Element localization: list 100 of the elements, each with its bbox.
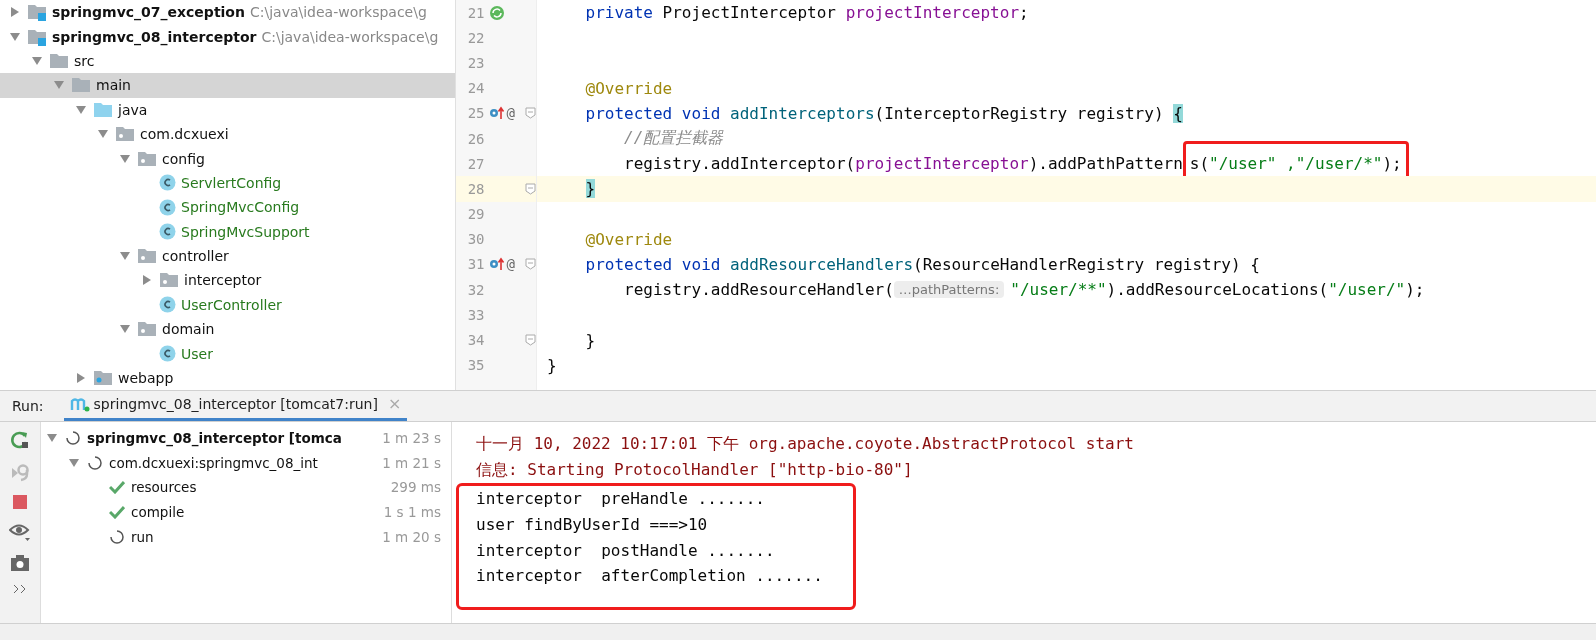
implements-marker[interactable]: @ (506, 105, 515, 122)
run-tree-item[interactable]: compile 1 s 1 ms (41, 499, 451, 525)
tree-item[interactable]: SpringMvcSupport (0, 219, 455, 244)
expanded-arrow-icon[interactable] (31, 54, 43, 67)
console-line: 十一月 10, 2022 10:17:01 下午 org.apache.coyote.AbstractProtocol start (476, 433, 1135, 456)
tree-item-label: com.dcxuexi (140, 126, 229, 143)
web-folder-icon (93, 370, 113, 387)
collapsed-arrow-icon[interactable] (9, 6, 21, 19)
task-duration: 1 m 20 s (382, 528, 441, 545)
tree-item-label: config (162, 150, 205, 167)
folder-icon (49, 52, 69, 69)
camera-icon[interactable] (10, 554, 30, 572)
tree-item[interactable]: controller (0, 243, 455, 269)
code-token: ).addPathPattern (1028, 154, 1183, 174)
tree-item[interactable]: springmvc_08_interceptor C:\java\idea-workspace\g (0, 24, 455, 49)
console-line: interceptor preHandle ....... (476, 488, 766, 511)
code-token: ); (1382, 154, 1402, 174)
console-line: user findByUserId ===>10 (476, 514, 709, 537)
folder-icon (71, 77, 91, 94)
class-icon (159, 345, 176, 363)
tree-item[interactable]: interceptor (0, 268, 455, 293)
fold-marker-icon[interactable] (524, 258, 536, 271)
bean-icon[interactable] (488, 4, 505, 21)
rerun-icon[interactable] (10, 430, 30, 450)
collapsed-arrow-icon[interactable] (75, 372, 87, 385)
rerun-failed-icon[interactable] (10, 462, 30, 482)
folder-icon (93, 101, 113, 118)
eye-icon[interactable] (9, 522, 31, 542)
tree-item[interactable]: ServlertConfig (0, 170, 455, 196)
package-icon (137, 321, 157, 338)
code-token: ); (1405, 280, 1425, 300)
tree-item[interactable]: src (0, 48, 455, 74)
fold-marker-icon[interactable] (524, 182, 536, 195)
run-tree-item[interactable]: com.dcxuexi:springmvc_08_int 1 m 21 s (41, 450, 451, 476)
run-tree-item[interactable]: resources 299 ms (41, 475, 451, 500)
task-duration: 1 m 21 s (382, 454, 441, 471)
code-token: } (584, 330, 596, 350)
class-icon (159, 223, 176, 241)
code-token: private (584, 3, 654, 23)
code-token: @Override (584, 229, 673, 249)
project-path: C:\java\idea-workspace\g (261, 28, 439, 45)
expanded-arrow-icon[interactable] (119, 152, 131, 165)
tree-item[interactable]: com.dcxuexi (0, 121, 455, 147)
expanded-arrow-icon[interactable] (9, 30, 21, 43)
package-icon (159, 272, 179, 289)
fold-marker-icon[interactable] (524, 107, 536, 120)
spinner-icon (87, 454, 103, 471)
class-icon (159, 174, 176, 192)
line-number: 35 (466, 357, 485, 374)
line-number: 31 (466, 256, 485, 273)
line-number: 22 (466, 29, 485, 46)
tree-item[interactable]: main (0, 73, 455, 98)
implements-marker[interactable]: @ (506, 256, 515, 273)
run-tree-item[interactable]: run 1 m 20 s (41, 524, 451, 549)
code-token: "/user/" (1328, 280, 1406, 300)
check-icon (109, 480, 125, 495)
tree-item[interactable]: springmvc_07_exception C:\java\idea-workspace\g (0, 0, 455, 25)
fold-marker-icon[interactable] (524, 334, 536, 347)
project-path: C:\java\idea-workspace\g (249, 4, 427, 21)
run-tab[interactable]: springmvc_08_interceptor [tomcat7:run] × (63, 394, 408, 421)
code-token: registry.addInterceptor( (623, 154, 856, 174)
expanded-arrow-icon[interactable] (68, 456, 80, 469)
tree-item-label: UserController (181, 296, 282, 313)
expanded-arrow-icon[interactable] (75, 103, 87, 116)
run-tree-item[interactable]: springmvc_08_interceptor [tomca 1 m 23 s (41, 426, 451, 451)
tree-item[interactable]: java (0, 97, 455, 122)
code-token: (InterceptorRegistry registry) (874, 103, 1165, 123)
tree-item[interactable]: domain (0, 317, 455, 342)
code-token: addInterceptors (730, 103, 875, 123)
tree-item-label: User (181, 345, 213, 362)
tree-item-label: SpringMvcConfig (181, 199, 300, 216)
code-token: ).addResourceLocations( (1106, 280, 1329, 300)
line-number: 23 (466, 54, 485, 71)
tree-item[interactable]: webapp (0, 365, 455, 390)
collapsed-arrow-icon[interactable] (141, 274, 153, 287)
package-icon (137, 150, 157, 167)
line-number: 34 (466, 332, 485, 349)
class-icon (159, 198, 176, 216)
code-token: @Override (584, 78, 673, 98)
tree-item[interactable]: SpringMvcConfig (0, 195, 455, 220)
override-icon[interactable] (488, 106, 505, 121)
override-icon[interactable] (488, 257, 505, 272)
tree-item-label: ServlertConfig (181, 174, 282, 191)
code-token: { (1173, 103, 1183, 123)
tree-item[interactable]: UserController (0, 292, 455, 318)
code-token: "/user" ,"/user/*" (1209, 154, 1383, 174)
code-token: } (585, 179, 596, 199)
task-duration: 299 ms (390, 479, 441, 496)
line-number: 33 (466, 306, 485, 323)
tree-item[interactable]: config (0, 146, 455, 171)
line-number: 29 (466, 206, 485, 223)
more-icon[interactable] (13, 584, 27, 594)
maven-icon (69, 395, 90, 412)
tree-item[interactable]: User (0, 341, 455, 366)
check-icon (109, 505, 125, 520)
code-token: protected void (584, 103, 722, 123)
spinner-icon (65, 430, 81, 447)
task-label: compile (131, 504, 185, 521)
line-number: 30 (466, 231, 485, 248)
stop-icon[interactable] (12, 494, 28, 510)
